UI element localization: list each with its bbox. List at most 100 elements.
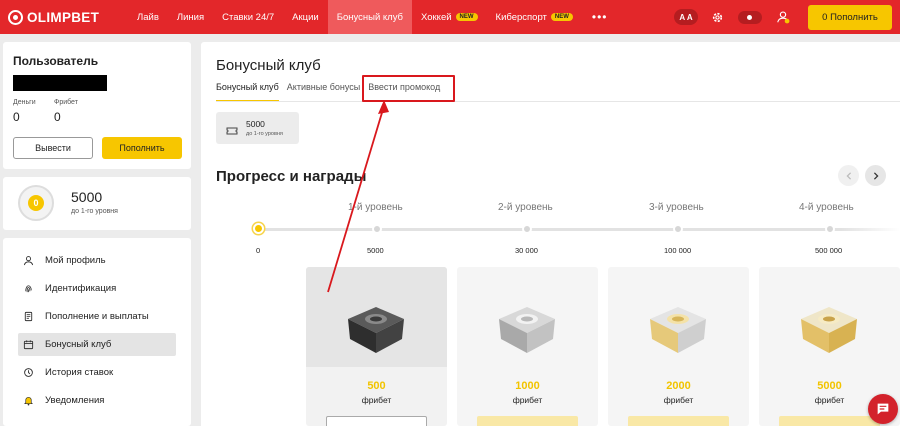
user-card: Пользователь Деньги Фрибет 0 0 Вывести П… — [3, 42, 191, 169]
bonus-coin-icon: 0 — [18, 185, 54, 221]
menu-item-bet-history[interactable]: История ставок — [18, 361, 176, 384]
bonus-points: 5000 — [71, 189, 103, 205]
main-nav: Лайв Линия Ставки 24/7 Акции Бонусный кл… — [128, 0, 618, 34]
nav-item-esports[interactable]: Киберспорт NEW — [487, 0, 582, 34]
reward-image — [759, 267, 900, 367]
progress-dot — [372, 224, 382, 234]
nav-item-promotions[interactable]: Акции — [283, 0, 328, 34]
theme-toggle[interactable] — [738, 10, 762, 24]
chat-icon — [877, 403, 889, 415]
tabs-divider — [216, 101, 900, 102]
gift-box-gold-silver-icon — [650, 307, 706, 353]
carousel-next-button[interactable] — [865, 165, 886, 186]
user-account-icon[interactable] — [776, 10, 790, 24]
nav-label: Линия — [176, 11, 205, 23]
chip-value: 5000 — [246, 119, 265, 129]
money-value: 0 — [13, 110, 20, 124]
nav-item-hockey[interactable]: Хоккей NEW — [412, 0, 487, 34]
menu-label: Мой профиль — [45, 255, 106, 266]
reward-image — [457, 267, 598, 367]
reward-amount: 2000 — [666, 380, 691, 392]
deposit-button[interactable]: Пополнить — [102, 137, 182, 159]
account-menu: Мой профиль Идентификация Пополнение и в… — [3, 238, 191, 426]
menu-item-bonus-club[interactable]: Бонусный клуб — [18, 333, 176, 356]
level-label: 3-й уровень — [649, 202, 704, 213]
level-label: 1-й уровень — [348, 202, 403, 213]
logo-text: OLIMPBET — [27, 9, 100, 25]
progress-dot — [825, 224, 835, 234]
more-menu-button[interactable]: ••• — [582, 0, 618, 34]
threshold-label: 5000 — [367, 246, 384, 255]
level-label: 4-й уровень — [799, 202, 854, 213]
reward-button[interactable] — [326, 416, 427, 426]
progress-track — [259, 228, 900, 231]
gift-box-silver-icon — [499, 307, 555, 353]
font-size-toggle[interactable]: A A — [674, 9, 698, 25]
reward-unit: фрибет — [361, 395, 392, 405]
nav-label: Хоккей — [421, 11, 452, 23]
reward-unit: фрибет — [663, 395, 694, 405]
fingerprint-icon — [22, 283, 34, 295]
ticket-icon — [226, 123, 238, 141]
gift-box-gold-icon — [801, 307, 857, 353]
reward-amount: 500 — [367, 380, 386, 392]
nav-item-line[interactable]: Линия — [168, 0, 213, 34]
threshold-label: 500 000 — [815, 246, 843, 255]
nav-label: Акции — [292, 11, 319, 23]
new-badge: NEW — [455, 13, 478, 21]
page-title: Бонусный клуб — [216, 57, 321, 74]
withdraw-button[interactable]: Вывести — [13, 137, 93, 159]
reward-button[interactable] — [779, 416, 880, 426]
reward-image — [306, 267, 447, 367]
reward-button[interactable] — [628, 416, 729, 426]
logo-icon — [8, 9, 23, 25]
progress-dot — [522, 224, 532, 234]
reward-amount: 5000 — [817, 380, 842, 392]
tab-active-bonuses[interactable]: Активные бонусы — [287, 82, 360, 102]
nav-item-live[interactable]: Лайв — [128, 0, 168, 34]
threshold-label: 0 — [256, 246, 261, 255]
calendar-icon — [22, 339, 34, 351]
reward-button[interactable] — [477, 416, 578, 426]
reward-card-level-2[interactable]: 1000 фрибет — [457, 267, 598, 426]
chip-subtitle: до 1-го уровня — [246, 131, 283, 137]
menu-label: Бонусный клуб — [45, 339, 112, 350]
menu-label: Уведомления — [45, 395, 105, 406]
menu-item-identification[interactable]: Идентификация — [18, 277, 176, 300]
header-deposit-button[interactable]: 0 Пополнить — [808, 4, 892, 30]
bonus-tabs: Бонусный клуб Активные бонусы Ввести про… — [216, 82, 448, 102]
bonus-subtitle: до 1-го уровня — [71, 208, 118, 215]
settings-gear-icon[interactable] — [710, 10, 724, 24]
gift-box-dark-icon — [348, 307, 404, 353]
tab-enter-promocode[interactable]: Ввести промокод — [368, 82, 440, 102]
reward-card-level-3[interactable]: 2000 фрибет — [608, 267, 749, 426]
threshold-label: 30 000 — [515, 246, 538, 255]
reward-card-level-1[interactable]: 500 фрибет — [306, 267, 447, 426]
new-badge: NEW — [550, 13, 573, 21]
tab-bonus-club[interactable]: Бонусный клуб — [216, 82, 279, 102]
nav-item-bets-24-7[interactable]: Ставки 24/7 — [213, 0, 283, 34]
support-chat-button[interactable] — [868, 394, 898, 424]
threshold-label: 100 000 — [664, 246, 692, 255]
nav-label: Бонусный клуб — [336, 11, 404, 23]
menu-item-profile[interactable]: Мой профиль — [18, 249, 176, 272]
progress-dot — [673, 224, 683, 234]
header-tools: A A 0 Пополнить — [674, 0, 900, 34]
reward-image — [608, 267, 749, 367]
nav-item-bonus-club[interactable]: Бонусный клуб — [327, 0, 413, 34]
menu-item-notifications[interactable]: Уведомления — [18, 389, 176, 412]
logo[interactable]: OLIMPBET — [8, 9, 118, 25]
receipt-icon — [22, 311, 34, 323]
reward-amount: 1000 — [515, 380, 540, 392]
nav-label: Ставки 24/7 — [222, 11, 275, 23]
menu-item-payments[interactable]: Пополнение и выплаты — [18, 305, 176, 328]
nav-label: Киберспорт — [495, 11, 547, 23]
profile-icon — [22, 255, 34, 267]
bonus-summary-card[interactable]: 0 5000 до 1-го уровня — [3, 177, 191, 230]
carousel-prev-button[interactable] — [838, 165, 859, 186]
coin-symbol: 0 — [28, 195, 44, 211]
bonus-club-panel: Бонусный клуб Бонусный клуб Активные бон… — [201, 42, 900, 426]
progress-dot-current — [253, 223, 264, 234]
menu-label: Идентификация — [45, 283, 117, 294]
reward-unit: фрибет — [512, 395, 543, 405]
